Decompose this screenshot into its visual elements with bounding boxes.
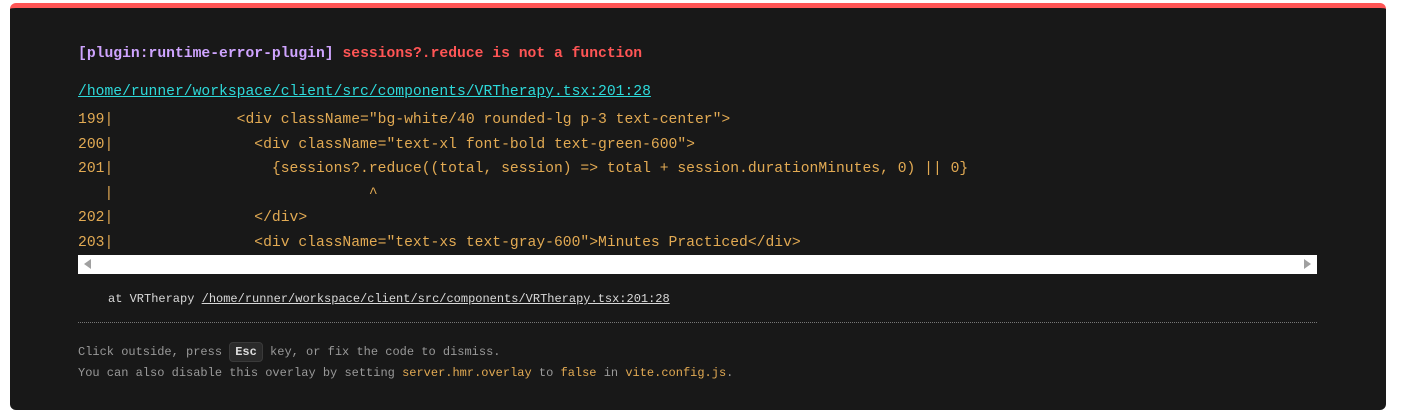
code-line: 202| </div> (78, 210, 308, 226)
tip-text: Click outside, press (78, 345, 230, 359)
code-line: 199| <div className="bg-white/40 rounded… (78, 112, 731, 128)
error-title: [plugin:runtime-error-plugin] sessions?.… (78, 46, 642, 62)
scroll-right-arrow-icon[interactable] (1304, 259, 1311, 269)
stack-trace: at VRTherapy /home/runner/workspace/clie… (108, 292, 670, 306)
stack-prefix: at VRTherapy (108, 292, 202, 306)
tip-text: You can also disable this overlay by set… (78, 366, 403, 380)
tip-text: in (596, 366, 626, 380)
value-code: false (560, 366, 597, 380)
code-line: 201| {sessions?.reduce((total, session) … (78, 161, 969, 177)
stack-file-link[interactable]: /home/runner/workspace/client/src/compon… (202, 292, 670, 306)
horizontal-scrollbar[interactable] (78, 255, 1317, 274)
code-line: 203| <div className="text-xs text-gray-6… (78, 234, 801, 251)
tip-text: key, or fix the code to dismiss. (262, 345, 501, 359)
dismiss-tip: Click outside, press Esc key, or fix the… (78, 342, 500, 362)
setting-code: server.hmr.overlay (402, 366, 532, 380)
divider (78, 322, 1317, 323)
tip-text: . (726, 366, 734, 380)
disable-tip: You can also disable this overlay by set… (78, 366, 733, 380)
file-link[interactable]: /home/runner/workspace/client/src/compon… (78, 84, 651, 100)
scroll-left-arrow-icon[interactable] (84, 259, 91, 269)
esc-key: Esc (229, 342, 263, 362)
error-message: sessions?.reduce is not a function (342, 46, 643, 62)
code-pointer-line: | ^ (78, 185, 378, 202)
config-code: vite.config.js (625, 366, 727, 380)
error-overlay: [plugin:runtime-error-plugin] sessions?.… (10, 3, 1386, 410)
code-line: 200| <div className="text-xl font-bold t… (78, 136, 695, 153)
code-frame: 199| <div className="bg-white/40 rounded… (78, 108, 1317, 255)
plugin-name: [plugin:runtime-error-plugin] (78, 46, 334, 62)
tip-text: to (531, 366, 561, 380)
